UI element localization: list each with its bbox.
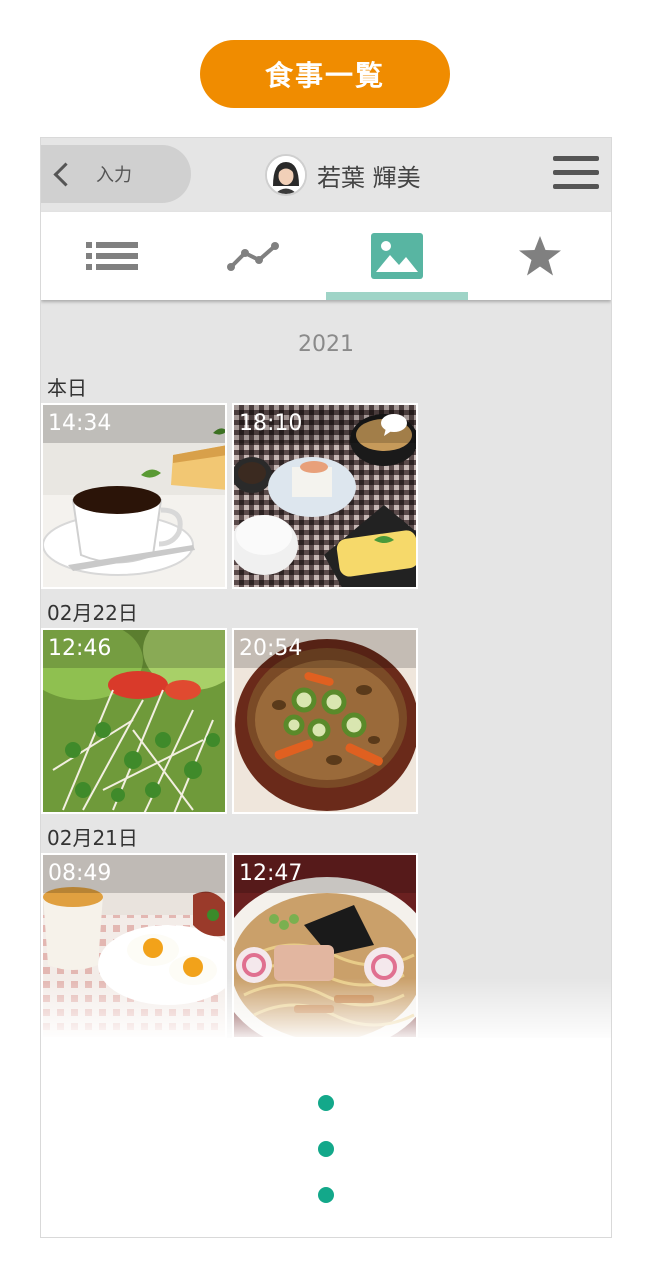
meal-time: 08:49	[43, 855, 225, 893]
meal-time: 12:47	[234, 855, 416, 893]
avatar	[265, 154, 307, 196]
tab-favorites[interactable]	[469, 212, 611, 300]
meal-photo-salad[interactable]: 12:46	[41, 628, 227, 814]
meal-photo-coffee[interactable]: 14:34	[41, 403, 227, 589]
ellipsis-dot	[318, 1095, 334, 1111]
year-label: 2021	[298, 332, 354, 357]
photo-icon	[371, 233, 423, 279]
back-button[interactable]: 入力	[41, 145, 191, 203]
comment-icon	[381, 414, 407, 436]
scroll-fade-overlay	[41, 978, 611, 1043]
tab-photos[interactable]	[326, 212, 468, 300]
chevron-left-icon	[53, 161, 78, 187]
user-name: 若葉 輝美	[317, 163, 421, 192]
tab-graph[interactable]	[183, 212, 325, 300]
date-label: 02月22日	[47, 601, 138, 625]
list-icon	[86, 242, 138, 270]
meal-time: 20:54	[234, 630, 416, 668]
hamburger-menu-icon[interactable]	[553, 156, 599, 192]
date-label: 02月21日	[47, 826, 138, 850]
top-bar: 入力 若葉 輝美	[41, 138, 611, 212]
meal-photo-miso-soup[interactable]: 20:54	[232, 628, 418, 814]
page-title: 食事一覧	[200, 40, 450, 108]
continuation-indicator	[318, 1095, 334, 1233]
meal-time: 14:34	[43, 405, 225, 443]
tab-bar	[41, 212, 611, 300]
user-info: 若葉 輝美	[265, 152, 421, 198]
date-label: 本日	[47, 376, 87, 400]
tab-list[interactable]	[41, 212, 183, 300]
app-screen: 入力 若葉 輝美 2021 本日 14:34 18:10 02月22日 12:4…	[40, 137, 612, 1238]
ellipsis-dot	[318, 1187, 334, 1203]
star-icon	[519, 236, 561, 276]
meal-time: 12:46	[43, 630, 225, 668]
graph-icon	[227, 242, 279, 271]
meal-photo-japanese-set[interactable]: 18:10	[232, 403, 418, 589]
back-button-label: 入力	[96, 165, 132, 186]
ellipsis-dot	[318, 1141, 334, 1157]
